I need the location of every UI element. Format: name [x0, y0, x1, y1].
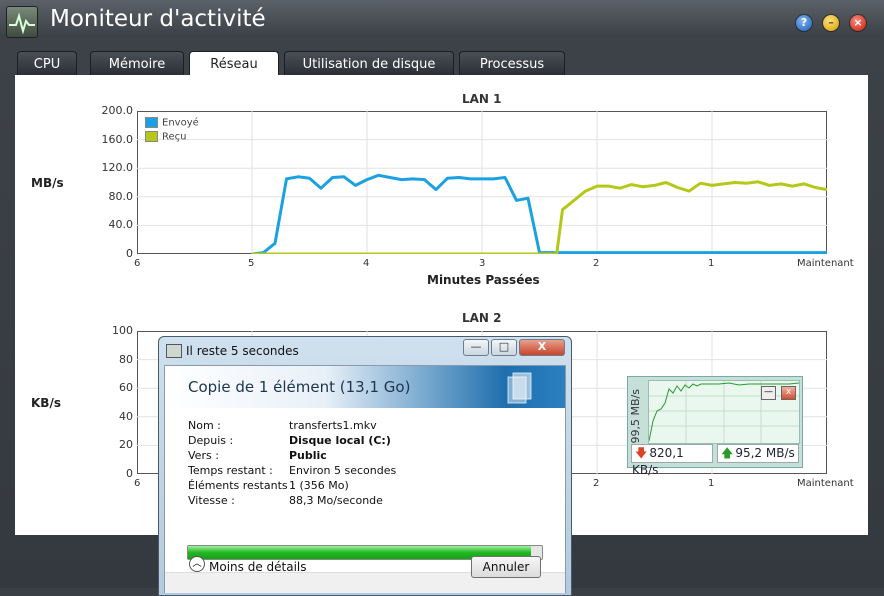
x-tick-label: 6: [134, 478, 141, 489]
tab-cpu[interactable]: CPU: [17, 51, 77, 75]
detail-label: Vers :: [188, 449, 219, 462]
detail-label: Nom :: [188, 419, 221, 432]
copy-dialog-icon: [166, 344, 182, 358]
copy-dialog-title: Il reste 5 secondes: [186, 344, 299, 358]
copy-dialog-body: Copie de 1 élément (13,1 Go) Nom : transf…: [164, 365, 566, 593]
x-tick-label: 1: [708, 478, 715, 489]
activity-monitor-window: Moniteur d'activité ? – × CPU Mémoire Ré…: [0, 0, 884, 596]
x-tick-label: 6: [134, 258, 141, 269]
lan2-title: LAN 2: [462, 311, 502, 325]
tab-utilisation-disque[interactable]: Utilisation de disque: [284, 51, 454, 75]
x-tick-label: 2: [593, 478, 600, 489]
dialog-maximize-button[interactable]: □: [491, 339, 517, 356]
x-tick-label: 1: [708, 258, 715, 269]
x-tick-label: 3: [479, 258, 486, 269]
y-tick-label: 0: [126, 247, 133, 260]
legend-recu: Reçu: [145, 131, 187, 143]
tab-memoire[interactable]: Mémoire: [90, 51, 184, 75]
legend-recu-swatch: [145, 131, 158, 142]
y-tick-label: 80: [119, 352, 133, 366]
lan2-unit: KB/s: [31, 396, 61, 410]
help-button[interactable]: ?: [796, 15, 812, 31]
cancel-button[interactable]: Annuler: [471, 556, 541, 578]
upload-speed: 🡅 95,2 MB/s: [717, 444, 799, 463]
dialog-close-button[interactable]: X: [519, 339, 565, 356]
legend-envoye-label: Envoyé: [162, 117, 199, 129]
down-arrow-icon: 🡇: [635, 446, 648, 460]
detail-value: 88,3 Mo/seconde: [289, 494, 383, 507]
speed-widget[interactable]: 99,5 MB/s — x 🡇 820,1 KB/s 🡅 95,2 MB/s: [627, 376, 803, 477]
detail-value: Public: [289, 449, 327, 462]
legend-envoye-swatch: [145, 117, 158, 128]
x-tick-label: 4: [363, 258, 370, 269]
detail-label: Vitesse :: [188, 494, 235, 507]
close-button[interactable]: ×: [850, 15, 866, 31]
lan1-x-title: Minutes Passées: [427, 273, 540, 287]
detail-value: 1 (356 Mo): [289, 479, 349, 492]
lan1-unit: MB/s: [31, 176, 64, 190]
y-tick-label: 60: [119, 381, 133, 395]
lan1-chart: [137, 111, 827, 254]
activity-monitor-icon: [6, 6, 38, 38]
y-tick-label: 100: [112, 324, 133, 337]
files-icon: [507, 372, 532, 404]
x-tick-label: 2: [593, 258, 600, 269]
tab-reseau[interactable]: Réseau: [189, 51, 279, 76]
x-tick-label: 5: [248, 258, 255, 269]
less-details-link[interactable]: Moins de détails: [209, 560, 307, 574]
y-tick-label: 80.0: [108, 189, 134, 203]
dialog-minimize-button[interactable]: —: [463, 339, 489, 356]
minimize-button[interactable]: –: [823, 15, 839, 31]
detail-label: Temps restant :: [188, 464, 273, 477]
y-tick-label: 120.0: [101, 161, 134, 175]
y-tick-label: 40.0: [108, 218, 134, 232]
y-tick-label: 0: [126, 467, 133, 480]
x-tick-label: Maintenant: [797, 478, 854, 489]
y-tick-label: 160.0: [101, 132, 134, 146]
copy-dialog: Il reste 5 secondes — □ X Copie de 1 élé…: [158, 336, 572, 596]
tab-processus[interactable]: Processus: [459, 51, 565, 75]
detail-value: Environ 5 secondes: [289, 464, 397, 477]
chevron-up-icon[interactable]: ︿: [189, 556, 205, 572]
lan1-title: LAN 1: [462, 92, 502, 106]
widget-close-button[interactable]: x: [781, 386, 796, 400]
legend-envoye: Envoyé: [145, 117, 199, 129]
detail-label: Éléments restants :: [188, 479, 295, 492]
window-title: Moniteur d'activité: [50, 6, 266, 32]
widget-graph: [648, 380, 800, 444]
copy-dialog-header: Copie de 1 élément (13,1 Go): [165, 366, 565, 408]
y-tick-label: 200.0: [101, 104, 134, 117]
x-tick-label: Maintenant: [797, 258, 854, 269]
detail-value: transferts1.mkv: [289, 419, 377, 432]
widget-y-label: 99,5 MB/s: [629, 389, 642, 444]
y-tick-label: 40: [119, 409, 133, 423]
widget-minimize-button[interactable]: —: [761, 386, 776, 400]
copy-heading: Copie de 1 élément (13,1 Go): [188, 378, 411, 396]
detail-label: Depuis :: [188, 434, 234, 447]
upload-value: 95,2 MB/s: [735, 446, 795, 460]
download-speed: 🡇 820,1 KB/s: [631, 444, 713, 477]
detail-value: Disque local (C:): [289, 434, 391, 447]
y-tick-label: 20: [119, 438, 133, 452]
legend-recu-label: Reçu: [162, 131, 187, 143]
up-arrow-icon: 🡅: [721, 446, 734, 460]
